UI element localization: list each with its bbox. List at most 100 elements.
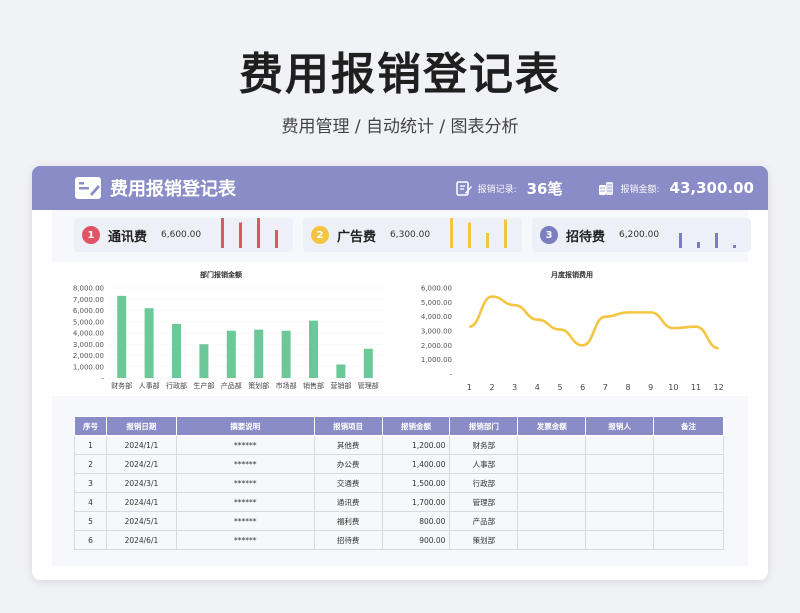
table-cell[interactable]: ******	[175, 511, 315, 531]
table-cell[interactable]	[653, 492, 724, 512]
table-row[interactable]: 6 2024/6/1 ****** 招待费 900.00 策划部	[74, 530, 724, 550]
table-cell[interactable]	[653, 435, 724, 455]
monthly-chart-title: 月度报销费用	[551, 271, 593, 279]
table-cell[interactable]: 财务部	[449, 435, 519, 455]
table-cell[interactable]: 交通费	[313, 473, 383, 493]
table-cell[interactable]: ******	[175, 492, 315, 512]
table-cell[interactable]: 900.00	[381, 530, 451, 550]
table-cell[interactable]: 5	[74, 511, 107, 531]
x-tick-label: 财务部	[111, 381, 132, 390]
table-cell[interactable]	[585, 435, 655, 455]
table-cell[interactable]: 2	[74, 454, 107, 474]
column-header[interactable]: 序号	[74, 416, 107, 436]
mini-bar	[221, 218, 224, 248]
table-cell[interactable]	[585, 492, 655, 512]
table-cell[interactable]: 1	[74, 435, 107, 455]
table-cell[interactable]: 产品部	[449, 511, 519, 531]
y-tick-label: 6,000.00	[421, 285, 452, 293]
table-cell[interactable]	[517, 511, 587, 531]
table-cell[interactable]: 3	[74, 473, 107, 493]
column-header[interactable]: 报销项目	[313, 416, 383, 436]
y-tick-label: 1,000.00	[421, 356, 452, 364]
mini-bar	[257, 218, 260, 248]
table-cell[interactable]	[517, 435, 587, 455]
table-cell[interactable]	[517, 473, 587, 493]
table-cell[interactable]: 办公费	[313, 454, 383, 474]
y-tick-label: -	[101, 375, 104, 383]
table-cell[interactable]	[517, 530, 587, 550]
table-cell[interactable]: 6	[74, 530, 107, 550]
category-amount: 6,200.00	[619, 230, 660, 240]
y-tick-label: 1,000.00	[73, 363, 104, 371]
category-number-badge: 1	[82, 226, 100, 244]
table-cell[interactable]: 管理部	[449, 492, 519, 512]
card-title: 费用报销登记表	[110, 179, 236, 200]
x-tick-label: 策划部	[248, 381, 269, 390]
table-cell[interactable]	[653, 454, 724, 474]
table-cell[interactable]: 2024/3/1	[105, 473, 177, 493]
y-tick-label: 4,000.00	[421, 313, 452, 321]
column-header[interactable]: 报销日期	[105, 416, 177, 436]
table-cell[interactable]: 福利费	[313, 511, 383, 531]
table-cell[interactable]: 2024/6/1	[105, 530, 177, 550]
x-tick-label: 12	[714, 383, 724, 392]
table-cell[interactable]	[653, 511, 724, 531]
x-tick-label: 9	[648, 383, 653, 392]
table-cell[interactable]: 通讯费	[313, 492, 383, 512]
bar	[281, 330, 291, 378]
table-cell[interactable]	[585, 530, 655, 550]
mini-bar	[697, 242, 700, 248]
table-cell[interactable]: 2024/5/1	[105, 511, 177, 531]
table-cell[interactable]: 1,200.00	[381, 435, 451, 455]
table-row[interactable]: 5 2024/5/1 ****** 福利费 800.00 产品部	[74, 511, 724, 531]
department-chart-title: 部门报销金额	[200, 271, 242, 279]
table-cell[interactable]: ******	[175, 473, 315, 493]
table-cell[interactable]: 2024/1/1	[105, 435, 177, 455]
page-subtitle: 费用管理 / 自动统计 / 图表分析	[281, 117, 519, 137]
table-cell[interactable]	[653, 473, 724, 493]
table-cell[interactable]: 2024/4/1	[105, 492, 177, 512]
table-cell[interactable]	[585, 473, 655, 493]
table-cell[interactable]: 1,400.00	[381, 454, 451, 474]
table-cell[interactable]	[517, 454, 587, 474]
table-row[interactable]: 1 2024/1/1 ****** 其他费 1,200.00 财务部	[74, 435, 724, 455]
table-row[interactable]: 3 2024/3/1 ****** 交通费 1,500.00 行政部	[74, 473, 724, 493]
x-tick-label: 10	[668, 383, 678, 392]
table-body: 1 2024/1/1 ****** 其他费 1,200.00 财务部 2 2024/2/1 **…	[74, 435, 724, 550]
table-cell[interactable]: ******	[175, 435, 315, 455]
table-cell[interactable]: ******	[175, 530, 315, 550]
category-amount: 6,300.00	[390, 230, 431, 240]
table-cell[interactable]: 1,700.00	[381, 492, 451, 512]
column-header[interactable]: 报销部门	[449, 416, 519, 436]
table-cell[interactable]	[585, 454, 655, 474]
table-row[interactable]: 2 2024/2/1 ****** 办公费 1,400.00 人事部	[74, 454, 724, 474]
expense-table: 序号 报销日期 摘要说明 报销项目 报销金额 报销部门 发票金额 报销人 备注 1 2024/1/…	[74, 416, 724, 550]
table-cell[interactable]: 策划部	[449, 530, 519, 550]
table-cell[interactable]: 1,500.00	[381, 473, 451, 493]
column-header[interactable]: 备注	[653, 416, 724, 436]
table-cell[interactable]	[585, 511, 655, 531]
column-header[interactable]: 摘要说明	[175, 416, 315, 436]
table-cell[interactable]	[517, 492, 587, 512]
y-tick-label: 6,000.00	[73, 307, 104, 315]
bar	[144, 308, 154, 378]
table-cell[interactable]: 2024/2/1	[105, 454, 177, 474]
x-tick-label: 销售部	[303, 381, 324, 390]
table-cell[interactable]: ******	[175, 454, 315, 474]
table-cell[interactable]: 招待费	[313, 530, 383, 550]
table-cell[interactable]: 行政部	[449, 473, 519, 493]
mini-bar	[504, 219, 507, 248]
column-header[interactable]: 报销人	[585, 416, 655, 436]
category-card: 1 通讯费 6,600.00	[74, 218, 293, 252]
column-header[interactable]: 报销金额	[381, 416, 451, 436]
table-cell[interactable]: 人事部	[449, 454, 519, 474]
category-amount: 6,600.00	[161, 230, 202, 240]
table-cell[interactable]	[653, 530, 724, 550]
table-cell[interactable]: 其他费	[313, 435, 383, 455]
table-cell[interactable]: 800.00	[381, 511, 451, 531]
department-bar-chart: 8,000.00 7,000.00 6,000.00 5,000.00 4,000.00…	[73, 285, 382, 390]
table-row[interactable]: 4 2024/4/1 ****** 通讯费 1,700.00 管理部	[74, 492, 724, 512]
column-header[interactable]: 发票金额	[517, 416, 587, 436]
y-tick-label: 2,000.00	[421, 342, 452, 350]
table-cell[interactable]: 4	[74, 492, 107, 512]
